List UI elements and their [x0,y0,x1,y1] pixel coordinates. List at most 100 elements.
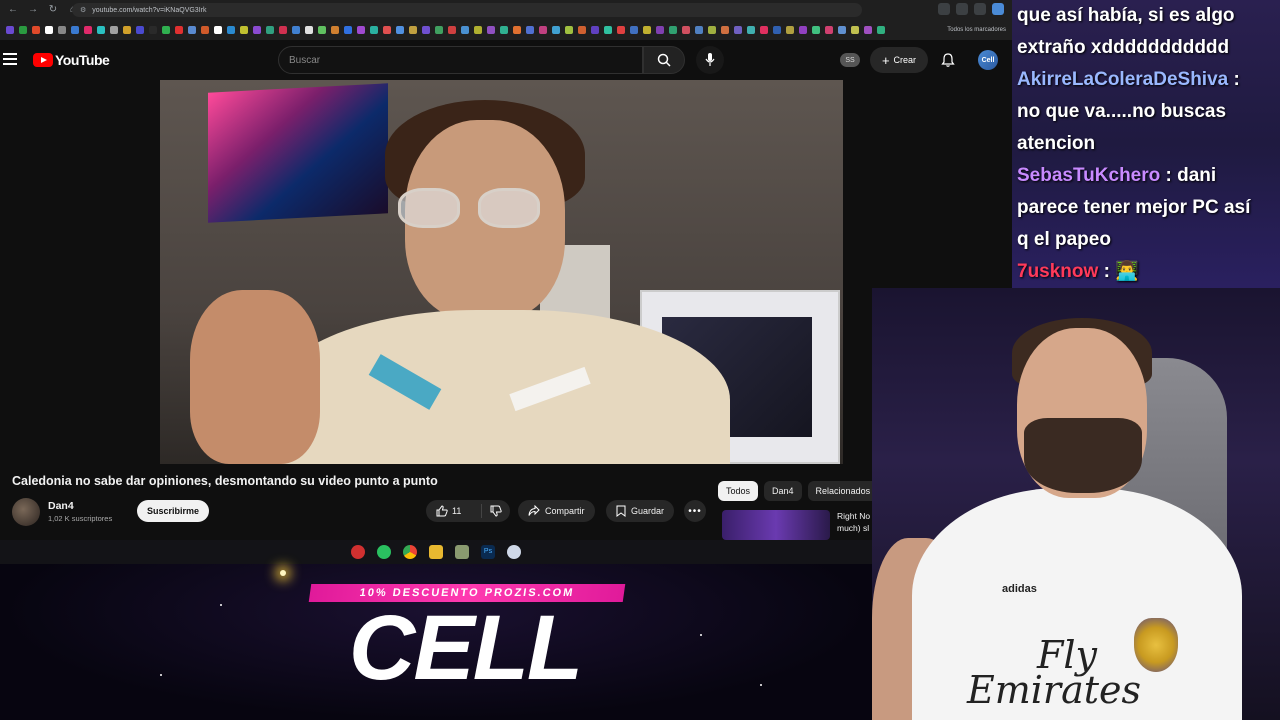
bookmark-favicon-icon[interactable] [708,26,716,34]
bookmark-favicon-icon[interactable] [214,26,222,34]
account-avatar[interactable]: Cell [978,50,998,70]
bookmark-favicon-icon[interactable] [32,26,40,34]
bookmark-favicon-icon[interactable] [695,26,703,34]
chat-username[interactable]: SebasTuKchero [1017,165,1160,186]
taskbar-app-icon[interactable] [455,545,469,559]
bookmark-favicon-icon[interactable] [84,26,92,34]
bookmark-favicon-icon[interactable] [422,26,430,34]
chip-relacionados[interactable]: Relacionados [807,481,879,501]
bookmark-favicon-icon[interactable] [474,26,482,34]
bookmark-favicon-icon[interactable] [526,26,534,34]
dislike-button[interactable] [482,500,510,522]
channel-name[interactable]: Dan4 [48,500,74,512]
address-bar[interactable]: ⚙ youtube.com/watch?v=iKNaQVG3Irk [72,3,862,17]
bookmark-favicon-icon[interactable] [292,26,300,34]
chip-todos[interactable]: Todos [718,481,759,501]
bookmark-favicon-icon[interactable] [669,26,677,34]
bookmark-favicon-icon[interactable] [604,26,612,34]
bookmark-favicon-icon[interactable] [435,26,443,34]
bookmark-favicon-icon[interactable] [188,26,196,34]
back-icon[interactable]: ← [6,3,20,17]
bookmark-favicon-icon[interactable] [253,26,261,34]
bookmark-favicon-icon[interactable] [201,26,209,34]
taskbar-app-icon[interactable] [507,545,521,559]
extension-icon[interactable] [974,3,986,15]
bookmark-favicon-icon[interactable] [812,26,820,34]
bookmark-favicon-icon[interactable] [123,26,131,34]
notifications-bell-icon[interactable] [940,52,956,68]
bookmark-favicon-icon[interactable] [461,26,469,34]
bookmark-favicon-icon[interactable] [97,26,105,34]
bookmark-favicon-icon[interactable] [331,26,339,34]
bookmark-favicon-icon[interactable] [370,26,378,34]
reload-icon[interactable]: ↻ [46,3,60,17]
recommendation-thumbnail[interactable] [722,510,830,540]
bookmark-favicon-icon[interactable] [448,26,456,34]
channel-avatar[interactable] [12,498,40,526]
bookmark-favicon-icon[interactable] [149,26,157,34]
search-input[interactable]: Buscar [278,46,643,74]
bookmark-favicon-icon[interactable] [825,26,833,34]
create-button[interactable]: + Crear [870,47,928,73]
bookmark-favicon-icon[interactable] [344,26,352,34]
bookmark-favicon-icon[interactable] [136,26,144,34]
video-player[interactable] [160,80,843,464]
bookmark-favicon-icon[interactable] [682,26,690,34]
subscribe-button[interactable]: Suscribirme [137,500,209,522]
bookmark-favicon-icon[interactable] [227,26,235,34]
chip-dan4[interactable]: Dan4 [764,481,802,501]
bookmark-favicon-icon[interactable] [877,26,885,34]
profile-icon[interactable] [992,3,1004,15]
bookmark-favicon-icon[interactable] [552,26,560,34]
forward-icon[interactable]: → [26,3,40,17]
bookmark-favicon-icon[interactable] [162,26,170,34]
bookmark-favicon-icon[interactable] [760,26,768,34]
site-info-icon[interactable]: ⚙ [80,6,86,14]
more-actions-icon[interactable]: ••• [684,500,706,522]
bookmark-favicon-icon[interactable] [383,26,391,34]
like-button[interactable]: 11 [426,504,482,518]
spotify-icon[interactable] [377,545,391,559]
bookmark-favicon-icon[interactable] [487,26,495,34]
youtube-logo[interactable]: YouTube [33,52,110,68]
bookmark-favicon-icon[interactable] [838,26,846,34]
bookmark-favicon-icon[interactable] [539,26,547,34]
bookmark-favicon-icon[interactable] [643,26,651,34]
bookmark-favicon-icon[interactable] [500,26,508,34]
bookmark-favicon-icon[interactable] [396,26,404,34]
bookmark-favicon-icon[interactable] [617,26,625,34]
bookmark-favicon-icon[interactable] [19,26,27,34]
bookmark-favicon-icon[interactable] [734,26,742,34]
menu-icon[interactable] [3,53,17,65]
all-bookmarks-label[interactable]: Todos los marcadores [947,27,1006,33]
recommendation-title[interactable]: Right No much) sl [837,510,877,534]
bookmark-favicon-icon[interactable] [305,26,313,34]
bookmark-favicon-icon[interactable] [565,26,573,34]
chat-username[interactable]: AkirreLaColeraDeShiva [1017,69,1228,90]
bookmark-favicon-icon[interactable] [864,26,872,34]
bookmark-favicon-icon[interactable] [240,26,248,34]
bookmark-favicon-icon[interactable] [175,26,183,34]
bookmark-favicon-icon[interactable] [799,26,807,34]
search-button[interactable] [643,46,685,74]
bookmark-favicon-icon[interactable] [786,26,794,34]
extension-icon[interactable] [938,3,950,15]
bookmark-favicon-icon[interactable] [279,26,287,34]
bookmark-favicon-icon[interactable] [578,26,586,34]
chat-username[interactable]: 7usknow [1017,261,1098,282]
ss-badge[interactable]: SS [840,53,860,67]
folder-icon[interactable] [429,545,443,559]
bookmark-favicon-icon[interactable] [266,26,274,34]
bookmark-favicon-icon[interactable] [71,26,79,34]
bookmark-favicon-icon[interactable] [58,26,66,34]
bookmark-favicon-icon[interactable] [409,26,417,34]
bookmark-favicon-icon[interactable] [630,26,638,34]
bookmark-favicon-icon[interactable] [721,26,729,34]
bookmark-favicon-icon[interactable] [773,26,781,34]
extension-icon[interactable] [956,3,968,15]
bookmark-favicon-icon[interactable] [318,26,326,34]
bookmark-favicon-icon[interactable] [6,26,14,34]
bookmark-favicon-icon[interactable] [591,26,599,34]
bookmark-favicon-icon[interactable] [513,26,521,34]
voice-search-button[interactable] [696,46,724,74]
